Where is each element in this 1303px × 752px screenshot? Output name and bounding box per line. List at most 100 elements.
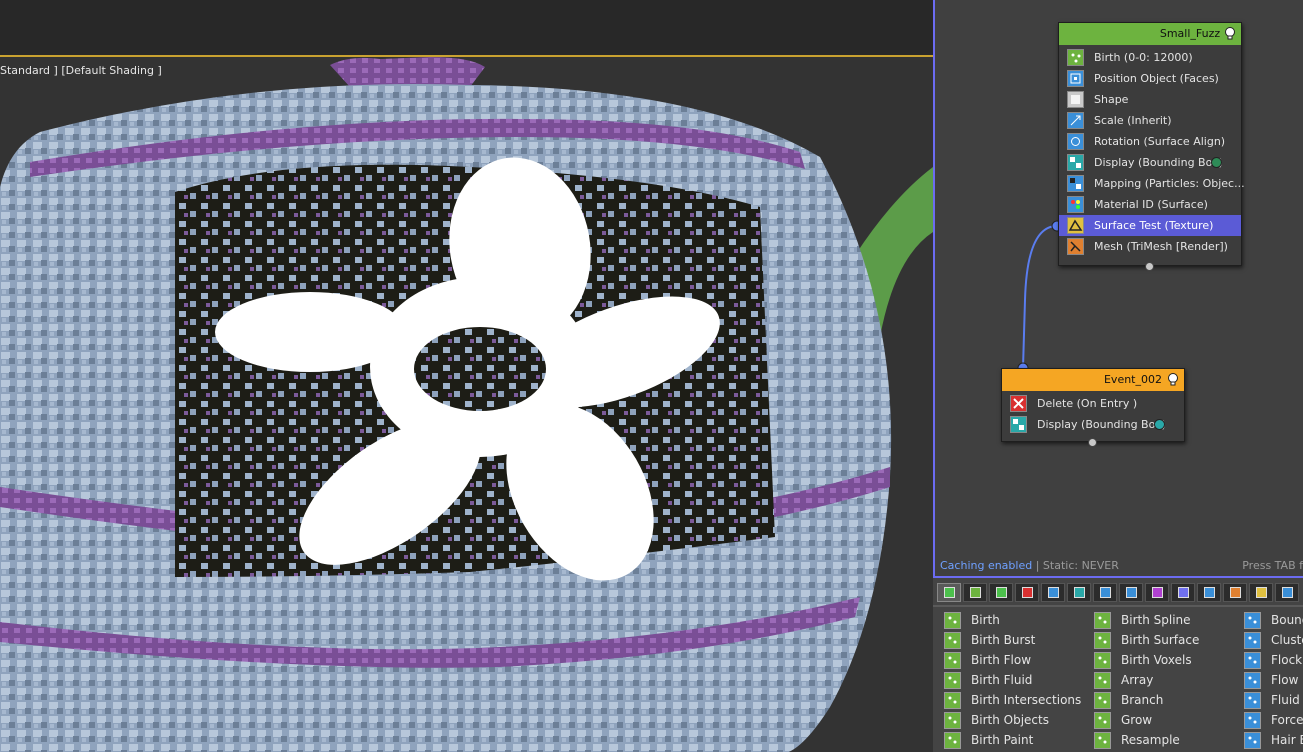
operator-row[interactable]: Rotation (Surface Align) — [1059, 131, 1241, 152]
category-icon — [1177, 587, 1189, 598]
depot-category-tab[interactable] — [1067, 583, 1091, 602]
depot-category-tab[interactable] — [1015, 583, 1039, 602]
depot-operator-item[interactable]: Birth Voxels — [1094, 650, 1199, 670]
press-tab-hint: Press TAB f — [1242, 559, 1303, 572]
operator-row[interactable]: Display (Bounding Box) — [1002, 414, 1184, 435]
depot-operator-item[interactable]: Birth Spline — [1094, 610, 1199, 630]
scale-icon — [1067, 112, 1084, 129]
depot-operator-label: Cluste — [1271, 633, 1303, 647]
depot-operator-item[interactable]: Force — [1244, 710, 1303, 730]
depot-category-tab[interactable] — [1223, 583, 1247, 602]
operator-row[interactable]: Surface Test (Texture) — [1059, 215, 1241, 236]
depot-operator-item[interactable]: Fluid — [1244, 690, 1303, 710]
depot-category-tab[interactable] — [1041, 583, 1065, 602]
operator-icon — [944, 651, 961, 669]
depot-category-tab[interactable] — [1093, 583, 1117, 602]
depot-operator-item[interactable]: Birth Intersections — [944, 690, 1081, 710]
viewport-frame[interactable]: Standard ] [Default Shading ] — [0, 55, 933, 752]
operator-row[interactable]: Shape — [1059, 89, 1241, 110]
operator-row[interactable]: Mapping (Particles: Objec... — [1059, 173, 1245, 194]
depot-operator-item[interactable]: Birth Paint — [944, 730, 1081, 750]
viewport[interactable]: Standard ] [Default Shading ] — [0, 0, 933, 752]
depot-operator-item[interactable]: Resample — [1094, 730, 1199, 750]
lightbulb-icon[interactable] — [1223, 26, 1237, 41]
depot-category-tab[interactable] — [1249, 583, 1273, 602]
depot-operator-item[interactable]: Flow I — [1244, 670, 1303, 690]
operator-row[interactable]: Scale (Inherit) — [1059, 110, 1241, 131]
depot-operator-item[interactable]: Array — [1094, 670, 1199, 690]
lightbulb-icon[interactable] — [1166, 372, 1180, 387]
operator-icon — [1094, 691, 1111, 709]
depot-category-tab[interactable] — [1275, 583, 1299, 602]
depot-operator-item[interactable]: Hair B — [1244, 730, 1303, 750]
viewport-label[interactable]: Standard ] [Default Shading ] — [0, 64, 162, 77]
event-output-port[interactable] — [1088, 438, 1097, 447]
display-color-swatch[interactable] — [1211, 157, 1222, 168]
operator-icon — [944, 631, 961, 649]
depot-operator-item[interactable]: Cluste — [1244, 630, 1303, 650]
depot-operator-item[interactable]: Birth Flow — [944, 650, 1081, 670]
position-object-icon — [1067, 70, 1084, 87]
depot-operator-item[interactable]: Birth Surface — [1094, 630, 1199, 650]
depot-operator-item[interactable]: Bound — [1244, 610, 1303, 630]
depot-operator-label: Fluid — [1271, 693, 1300, 707]
viewport-top-strip — [0, 0, 933, 56]
depot-operator-item[interactable]: Birth Fluid — [944, 670, 1081, 690]
event-title-label: Event_002 — [1103, 373, 1162, 386]
operator-row[interactable]: Material ID (Surface) — [1059, 194, 1241, 215]
operator-depot[interactable]: Birth Birth Burst Birth Flow Birth Fluid Bir… — [933, 578, 1303, 752]
rotation-icon — [1067, 133, 1084, 150]
operator-row[interactable]: Position Object (Faces) — [1059, 68, 1241, 89]
operator-row[interactable]: Delete (On Entry ) — [1002, 393, 1184, 414]
operator-label: Scale (Inherit) — [1094, 114, 1172, 127]
depot-operator-item[interactable]: Birth Objects — [944, 710, 1081, 730]
operator-icon — [1244, 651, 1261, 669]
depot-category-tab[interactable] — [1119, 583, 1143, 602]
operator-row[interactable]: Mesh (TriMesh [Render]) — [1059, 236, 1241, 257]
operator-icon — [1244, 611, 1261, 629]
depot-category-tab[interactable] — [1197, 583, 1221, 602]
depot-category-tab[interactable] — [1145, 583, 1169, 602]
display-icon — [1010, 416, 1027, 433]
event-output-port[interactable] — [1145, 262, 1154, 271]
depot-operator-item[interactable]: Flock — [1244, 650, 1303, 670]
event-title-label: Small_Fuzz — [1159, 27, 1221, 40]
depot-operator-label: Force — [1271, 713, 1303, 727]
display-color-swatch[interactable] — [1154, 419, 1165, 430]
material-id-icon — [1067, 196, 1084, 213]
operator-row[interactable]: Birth (0-0: 12000) — [1059, 47, 1241, 68]
operator-row[interactable]: Display (Bounding Box) — [1059, 152, 1241, 173]
caching-status[interactable]: Caching enabled — [940, 559, 1032, 572]
depot-operator-item[interactable]: Birth — [944, 610, 1081, 630]
depot-operator-label: Array — [1121, 673, 1154, 687]
depot-operator-item[interactable]: Grow — [1094, 710, 1199, 730]
category-icon — [1073, 587, 1085, 598]
depot-category-tab[interactable] — [963, 583, 987, 602]
event-title[interactable]: Event_002 — [1002, 369, 1184, 391]
event-title[interactable]: Small_Fuzz — [1059, 23, 1241, 45]
depot-operator-item[interactable]: Birth Burst — [944, 630, 1081, 650]
event-node-small-fuzz[interactable]: Small_Fuzz Birth (0-0: 12000) Position Ob… — [1058, 22, 1245, 271]
depot-category-tab[interactable] — [989, 583, 1013, 602]
operator-icon — [1244, 631, 1261, 649]
operator-icon — [1094, 711, 1111, 729]
operator-icon — [1094, 671, 1111, 689]
operator-label: Material ID (Surface) — [1094, 198, 1208, 211]
depot-divider — [933, 605, 1303, 607]
depot-operator-label: Resample — [1121, 733, 1180, 747]
event-node-event-002[interactable]: Event_002 Delete (On Entry ) Display (Bou… — [1001, 368, 1185, 447]
depot-operator-item[interactable]: Branch — [1094, 690, 1199, 710]
operator-label: Position Object (Faces) — [1094, 72, 1219, 85]
operator-icon — [944, 711, 961, 729]
depot-category-tab[interactable] — [937, 583, 961, 602]
depot-category-tab[interactable] — [1171, 583, 1195, 602]
category-icon — [1151, 587, 1163, 598]
operator-label: Display (Bounding Box) — [1094, 156, 1223, 169]
operator-label: Surface Test (Texture) — [1094, 219, 1214, 232]
depot-operator-label: Branch — [1121, 693, 1164, 707]
category-icon — [1125, 587, 1137, 598]
teapot-render[interactable] — [0, 57, 933, 752]
particle-flow-editor[interactable]: Small_Fuzz Birth (0-0: 12000) Position Ob… — [933, 0, 1303, 578]
depot-operator-label: Bound — [1271, 613, 1303, 627]
depot-operator-label: Birth Voxels — [1121, 653, 1192, 667]
